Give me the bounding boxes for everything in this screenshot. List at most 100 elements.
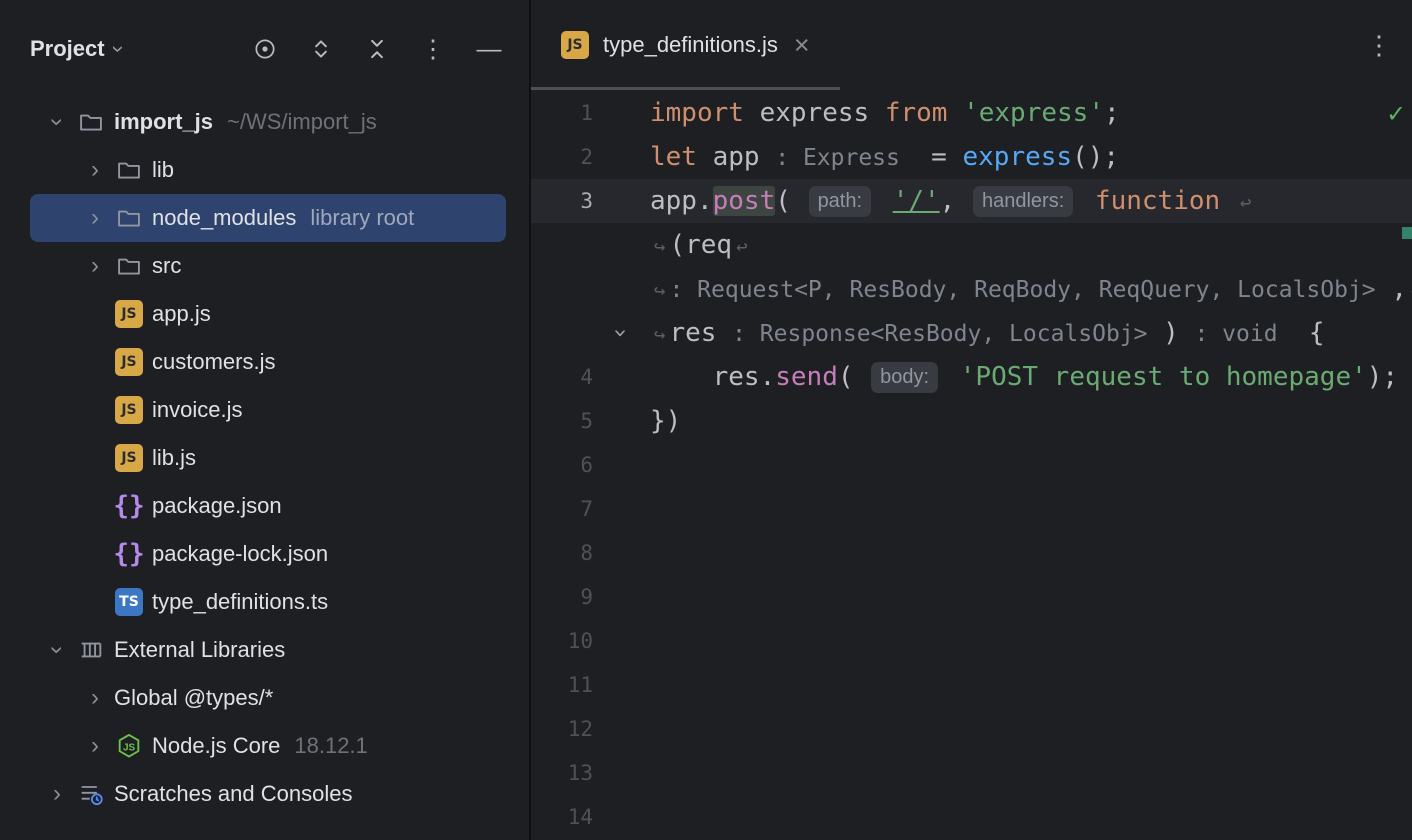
code-line[interactable]: 9 <box>531 575 1412 619</box>
code-line[interactable]: 12 <box>531 707 1412 751</box>
tree-item-invoice-js[interactable]: JSinvoice.js <box>30 386 506 434</box>
code-line[interactable]: 14 <box>531 795 1412 839</box>
ide-window: Project › ⋮ — ›import_js~/WS/import_js›l… <box>0 0 1412 840</box>
tree-item-scratches-and-consoles[interactable]: ›Scratches and Consoles <box>30 770 506 818</box>
tab-type-definitions-js[interactable]: JS type_definitions.js × <box>531 0 840 90</box>
line-number[interactable]: 14 <box>531 795 593 839</box>
line-number[interactable]: 10 <box>531 619 593 663</box>
collapse-all-icon[interactable] <box>363 35 391 63</box>
code-line-text[interactable]: ↪(req↩ <box>650 223 1412 267</box>
code-line-text[interactable] <box>650 575 1412 619</box>
line-number[interactable] <box>531 223 593 267</box>
chevron-right-icon[interactable]: › <box>76 156 114 184</box>
code-line-text[interactable] <box>650 443 1412 487</box>
tree-item-package-lock-json[interactable]: {}package-lock.json <box>30 530 506 578</box>
fold-chevron-icon[interactable]: › <box>593 311 650 355</box>
tree-item-app-js[interactable]: JSapp.js <box>30 290 506 338</box>
js-icon: JS <box>114 395 144 425</box>
chevron-down-icon[interactable]: › <box>38 636 76 664</box>
line-number[interactable]: 13 <box>531 751 593 795</box>
folder-icon <box>114 251 144 281</box>
code-line-text[interactable] <box>650 751 1412 795</box>
code-line-text[interactable]: let app : Express = express(); <box>650 135 1412 179</box>
code-line-text[interactable] <box>650 619 1412 663</box>
code-line-text[interactable] <box>650 795 1412 839</box>
code-line[interactable]: 7 <box>531 487 1412 531</box>
more-options-icon[interactable]: ⋮ <box>419 35 447 63</box>
fold-gutter <box>593 795 650 839</box>
code-line-text[interactable] <box>650 663 1412 707</box>
tree-item-node-modules[interactable]: ›node_moduleslibrary root <box>30 194 506 242</box>
scrollbar-analysis-marker[interactable] <box>1402 227 1412 239</box>
code-line[interactable]: 8 <box>531 531 1412 575</box>
js-icon: JS <box>114 299 144 329</box>
code-line[interactable]: 1 import express from 'express'; <box>531 91 1412 135</box>
code-line[interactable]: 2 let app : Express = express(); <box>531 135 1412 179</box>
tree-item-external-libraries[interactable]: ›External Libraries <box>30 626 506 674</box>
code-line-text[interactable]: ↪res : Response<ResBody, LocalsObj> ) : … <box>650 311 1412 355</box>
code-line[interactable]: 11 <box>531 663 1412 707</box>
line-number[interactable]: 6 <box>531 443 593 487</box>
code-line-text[interactable] <box>650 531 1412 575</box>
line-number[interactable]: 11 <box>531 663 593 707</box>
code-line[interactable]: 6 <box>531 443 1412 487</box>
chevron-right-icon[interactable]: › <box>76 684 114 712</box>
code-line[interactable]: ↪(req↩ <box>531 223 1412 267</box>
tree-item-customers-js[interactable]: JScustomers.js <box>30 338 506 386</box>
expand-all-icon[interactable] <box>307 35 335 63</box>
line-number[interactable]: 12 <box>531 707 593 751</box>
tree-item-lib[interactable]: ›lib <box>30 146 506 194</box>
code-line[interactable]: 4 res.send( body: 'POST request to homep… <box>531 355 1412 399</box>
project-view-selector[interactable]: Project › <box>30 36 122 62</box>
line-number[interactable]: 2 <box>531 135 593 179</box>
code-line[interactable]: 10 <box>531 619 1412 663</box>
tree-item-label: lib.js <box>152 445 196 471</box>
code-line[interactable]: 3 app.post( path: '/', handlers: function… <box>531 179 1412 223</box>
code-token: send <box>775 362 838 392</box>
code-line[interactable]: 5}) <box>531 399 1412 443</box>
code-line-text[interactable] <box>650 707 1412 751</box>
code-line[interactable]: 13 <box>531 751 1412 795</box>
chevron-right-icon[interactable]: › <box>76 252 114 280</box>
line-number[interactable] <box>531 267 593 311</box>
tree-item-node-js-core[interactable]: ›JSNode.js Core18.12.1 <box>30 722 506 770</box>
tree-item-global-types[interactable]: ›Global @types/* <box>30 674 506 722</box>
line-number[interactable]: 5 <box>531 399 593 443</box>
close-icon[interactable]: × <box>794 32 810 59</box>
code-token: , <box>1376 274 1407 304</box>
code-line[interactable]: ↪: Request<P, ResBody, ReqBody, ReqQuery… <box>531 267 1412 311</box>
tree-item-import-js[interactable]: ›import_js~/WS/import_js <box>30 98 506 146</box>
fold-gutter <box>593 223 650 267</box>
code-line-text[interactable]: app.post( path: '/', handlers: function … <box>650 179 1412 223</box>
editor-options-icon[interactable]: ⋮ <box>1366 32 1392 58</box>
locate-file-icon[interactable] <box>251 35 279 63</box>
inspections-ok-icon[interactable]: ✓ <box>1388 98 1404 129</box>
tree-item-lib-js[interactable]: JSlib.js <box>30 434 506 482</box>
editor[interactable]: 1 import express from 'express'; 2 let app … <box>531 90 1412 840</box>
line-number[interactable]: 8 <box>531 531 593 575</box>
tree-item-type-definitions-ts[interactable]: TStype_definitions.ts <box>30 578 506 626</box>
tree-item-suffix: 18.12.1 <box>294 733 367 759</box>
chevron-down-icon[interactable]: › <box>38 108 76 136</box>
code-line-text[interactable]: import express from 'express'; <box>650 91 1412 135</box>
line-number[interactable]: 9 <box>531 575 593 619</box>
line-number[interactable]: 1 <box>531 91 593 135</box>
fold-gutter <box>593 135 650 179</box>
code-line-text[interactable]: res.send( body: 'POST request to homepag… <box>650 355 1412 399</box>
chevron-right-icon[interactable]: › <box>38 780 76 808</box>
hide-panel-icon[interactable]: — <box>475 35 503 63</box>
code-line-text[interactable]: ↪: Request<P, ResBody, ReqBody, ReqQuery… <box>650 267 1412 311</box>
line-number[interactable] <box>531 311 593 355</box>
code-line[interactable]: ›↪res : Response<ResBody, LocalsObj> ) :… <box>531 311 1412 355</box>
code-line-text[interactable]: }) <box>650 399 1412 443</box>
tree-item-src[interactable]: ›src <box>30 242 506 290</box>
folder-icon <box>76 107 106 137</box>
chevron-right-icon[interactable]: › <box>76 732 114 760</box>
line-number[interactable]: 4 <box>531 355 593 399</box>
inlay-type-hint: : Request<P, ResBody, ReqBody, ReqQuery,… <box>669 277 1375 303</box>
line-number[interactable]: 7 <box>531 487 593 531</box>
chevron-right-icon[interactable]: › <box>76 204 114 232</box>
code-line-text[interactable] <box>650 487 1412 531</box>
line-number[interactable]: 3 <box>531 179 593 223</box>
tree-item-package-json[interactable]: {}package.json <box>30 482 506 530</box>
